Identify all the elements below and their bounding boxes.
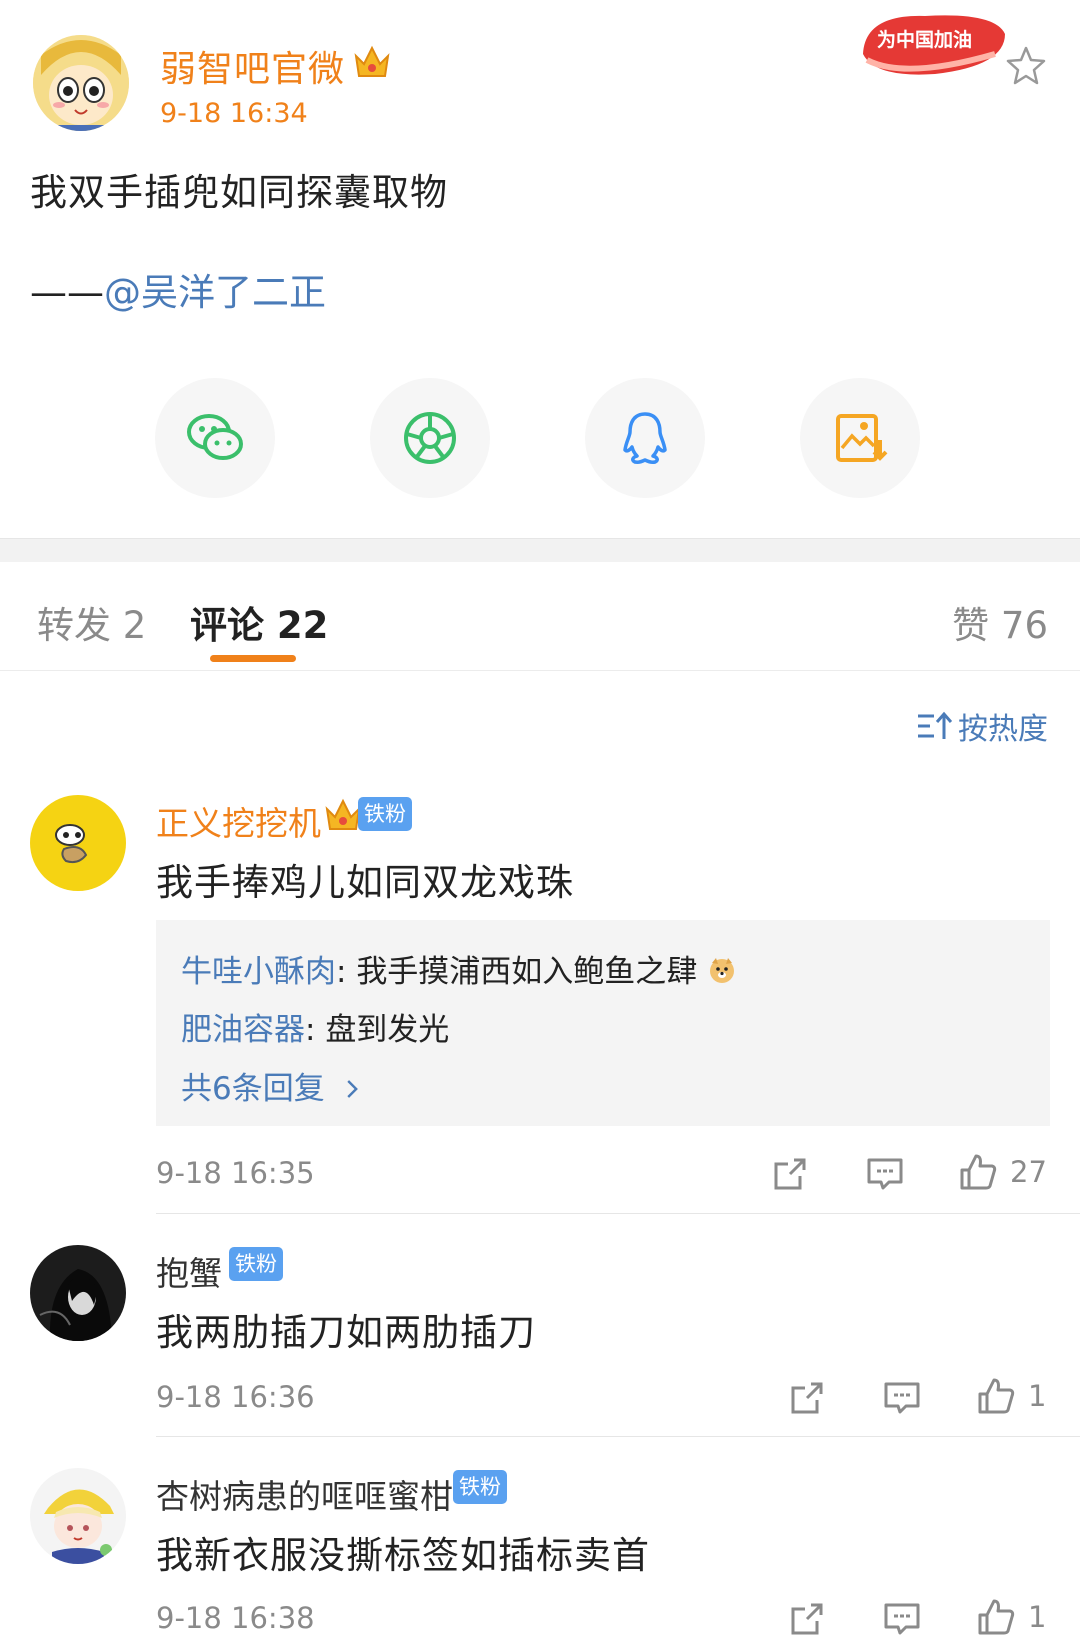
moments-icon — [404, 412, 456, 464]
comment-divider — [156, 1436, 1080, 1437]
share-arrow-icon — [774, 1158, 806, 1190]
share-qq-button[interactable] — [585, 378, 705, 498]
sort-label: 按热度 — [958, 712, 1048, 747]
tab-repost[interactable]: 转发 2 — [37, 595, 146, 649]
fan-badge: 铁粉 — [453, 1470, 507, 1504]
tab-like[interactable]: 赞 76 — [952, 595, 1048, 649]
comment-icon — [867, 1158, 903, 1190]
reply-username[interactable]: 肥油容器 — [181, 1012, 305, 1048]
wechat-icon — [187, 414, 243, 460]
weibo-post-page: 弱智吧官微 9-18 16:34 为中国加油 我双手插兜如同探囊取物 ——@吴洋… — [0, 0, 1080, 1652]
save-image-button[interactable] — [800, 378, 920, 498]
promo-badge-text: 为中国加油 — [877, 28, 972, 51]
post-body-text: 我双手插兜如同探囊取物 — [30, 171, 448, 214]
section-divider — [0, 538, 1080, 562]
comment-time: 9-18 16:38 — [156, 1601, 315, 1635]
reply-item: 肥油容器: 盘到发光 — [181, 1004, 449, 1049]
like-comment-button[interactable]: 1 — [976, 1375, 1046, 1417]
comment-text: 我新衣服没撕标签如插标卖首 — [156, 1534, 650, 1577]
reply-text: 我手摸浦西如入鲍鱼之肆 — [356, 954, 698, 990]
fan-badge: 铁粉 — [358, 797, 412, 831]
comment-avatar[interactable] — [30, 795, 126, 891]
comment-avatar[interactable] — [30, 1468, 126, 1564]
sort-icon — [918, 711, 952, 739]
repost-comment-button[interactable] — [770, 1153, 810, 1195]
comment-username[interactable]: 正义挖挖机 — [156, 797, 321, 845]
tabs-divider — [0, 670, 1080, 671]
thumbs-up-icon — [978, 1599, 1015, 1635]
thumbs-up-icon — [978, 1378, 1015, 1414]
reply-separator: : — [336, 954, 357, 990]
comment-time: 9-18 16:35 — [156, 1156, 315, 1190]
comment-username[interactable]: 杏树病患的哐哐蜜柑 — [156, 1470, 453, 1518]
doge-emoji-icon — [707, 955, 737, 993]
reply-comment-button[interactable] — [882, 1598, 922, 1640]
like-count: 27 — [1010, 1155, 1047, 1189]
like-comment-button[interactable]: 27 — [958, 1151, 1047, 1193]
comment-text: 我手捧鸡儿如同双龙戏珠 — [156, 861, 574, 904]
favorite-star-icon[interactable] — [1005, 44, 1047, 86]
share-arrow-icon — [791, 1382, 823, 1414]
comment-text: 我两肋插刀如两肋插刀 — [156, 1311, 536, 1354]
comment-divider — [156, 1213, 1080, 1214]
like-count: 1 — [1028, 1379, 1047, 1413]
share-arrow-icon — [791, 1603, 823, 1635]
comment-icon — [884, 1382, 920, 1414]
reply-text: 盘到发光 — [325, 1012, 450, 1048]
comment-avatar[interactable] — [30, 1245, 126, 1341]
crown-badge-icon — [352, 42, 392, 80]
attribution-dash: —— — [30, 271, 104, 314]
post-author-name[interactable]: 弱智吧官微 — [160, 40, 345, 92]
reply-comment-button[interactable] — [882, 1377, 922, 1419]
tab-active-indicator — [210, 655, 296, 662]
crown-badge-icon — [323, 795, 363, 833]
post-attribution: ——@吴洋了二正 — [30, 262, 326, 316]
thumbs-up-icon — [960, 1154, 997, 1190]
like-comment-button[interactable]: 1 — [976, 1596, 1046, 1638]
share-moments-button[interactable] — [370, 378, 490, 498]
reply-comment-button[interactable] — [865, 1153, 905, 1195]
comment-icon — [884, 1603, 920, 1635]
comment-time: 9-18 16:36 — [156, 1380, 315, 1414]
fan-badge: 铁粉 — [229, 1247, 283, 1281]
reply-username[interactable]: 牛哇小酥肉 — [181, 954, 336, 990]
more-replies-label: 共6条回复 — [181, 1071, 325, 1107]
repost-comment-button[interactable] — [787, 1377, 827, 1419]
qq-icon — [623, 412, 667, 464]
post-author-avatar[interactable] — [33, 35, 129, 131]
sort-by-hot-button[interactable]: 按热度 — [916, 706, 1048, 747]
comment-username[interactable]: 抱蟹 — [156, 1247, 222, 1295]
promo-badge[interactable]: 为中国加油 — [855, 4, 1015, 84]
reply-separator: : — [305, 1012, 326, 1048]
reply-preview-box[interactable]: 牛哇小酥肉: 我手摸浦西如入鲍鱼之肆 肥油容器: 盘到发光 共6条回复 — [156, 920, 1050, 1126]
chevron-right-icon — [345, 1073, 361, 1109]
tab-comment[interactable]: 评论 22 — [190, 595, 328, 649]
like-count: 1 — [1028, 1600, 1047, 1634]
reply-item: 牛哇小酥肉: 我手摸浦西如入鲍鱼之肆 — [181, 946, 737, 993]
share-wechat-button[interactable] — [155, 378, 275, 498]
view-all-replies-link[interactable]: 共6条回复 — [181, 1063, 361, 1109]
post-time: 9-18 16:34 — [160, 98, 308, 129]
save-image-icon — [836, 414, 888, 462]
repost-comment-button[interactable] — [787, 1598, 827, 1640]
mention-link[interactable]: @吴洋了二正 — [104, 271, 326, 314]
